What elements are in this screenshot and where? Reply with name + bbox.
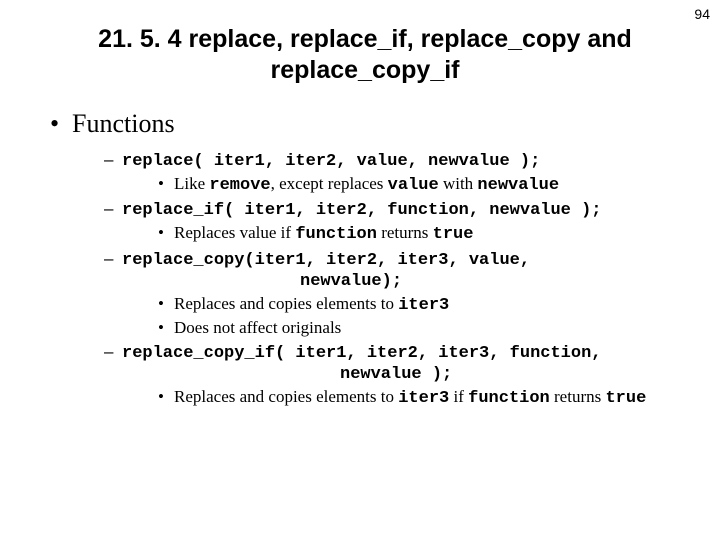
func-replace-copy-if-sig-2: newvalue ); xyxy=(340,364,680,385)
txt: iter3 xyxy=(398,296,449,315)
page-number: 94 xyxy=(694,6,710,22)
dot-icon: • xyxy=(158,317,174,338)
txt: , except replaces xyxy=(271,174,388,193)
section-heading: •Functions xyxy=(50,109,680,139)
dot-icon: • xyxy=(158,386,174,407)
txt: Like xyxy=(174,174,209,193)
dash-icon: – xyxy=(104,149,122,170)
dot-icon: • xyxy=(158,173,174,194)
txt: true xyxy=(605,389,646,408)
func-replace-copy-desc-1: •Replaces and copies elements to iter3 xyxy=(158,293,680,316)
txt: value xyxy=(388,176,439,195)
bullet-icon: • xyxy=(50,109,72,139)
sig-text: replace_copy(iter1, iter2, iter3, value, xyxy=(122,251,530,270)
dot-icon: • xyxy=(158,293,174,314)
func-replace-desc: •Like remove, except replaces value with… xyxy=(158,173,680,196)
func-replace-copy-sig-1: –replace_copy(iter1, iter2, iter3, value… xyxy=(104,248,680,271)
func-replace-if-sig: –replace_if( iter1, iter2, function, new… xyxy=(104,198,680,221)
txt: newvalue xyxy=(477,176,559,195)
sig-text: replace( iter1, iter2, value, newvalue )… xyxy=(122,152,540,171)
txt: returns xyxy=(550,387,606,406)
func-replace-if-desc: •Replaces value if function returns true xyxy=(158,222,680,245)
txt: Replaces and copies elements to xyxy=(174,387,398,406)
txt: true xyxy=(433,225,474,244)
txt: if xyxy=(449,387,468,406)
section-label: Functions xyxy=(72,109,175,138)
txt: Does not affect originals xyxy=(174,318,341,337)
txt: remove xyxy=(209,176,270,195)
slide-title: 21. 5. 4 replace, replace_if, replace_co… xyxy=(85,24,645,87)
txt: with xyxy=(439,174,478,193)
sig-text: replace_copy_if( iter1, iter2, iter3, fu… xyxy=(122,344,601,363)
txt: Replaces value if xyxy=(174,223,295,242)
txt: function xyxy=(468,389,550,408)
dash-icon: – xyxy=(104,198,122,219)
dash-icon: – xyxy=(104,248,122,269)
func-replace-sig: –replace( iter1, iter2, value, newvalue … xyxy=(104,149,680,172)
func-replace-copy-if-sig-1: –replace_copy_if( iter1, iter2, iter3, f… xyxy=(104,341,680,364)
func-replace-copy-desc-2: •Does not affect originals xyxy=(158,317,680,338)
txt: Replaces and copies elements to xyxy=(174,294,398,313)
sig-text: replace_if( iter1, iter2, function, newv… xyxy=(122,201,601,220)
txt: function xyxy=(295,225,377,244)
txt: iter3 xyxy=(398,389,449,408)
dot-icon: • xyxy=(158,222,174,243)
dash-icon: – xyxy=(104,341,122,362)
func-replace-copy-if-desc: •Replaces and copies elements to iter3 i… xyxy=(158,386,680,409)
func-replace-copy-sig-2: newvalue); xyxy=(300,271,680,292)
txt: returns xyxy=(377,223,433,242)
